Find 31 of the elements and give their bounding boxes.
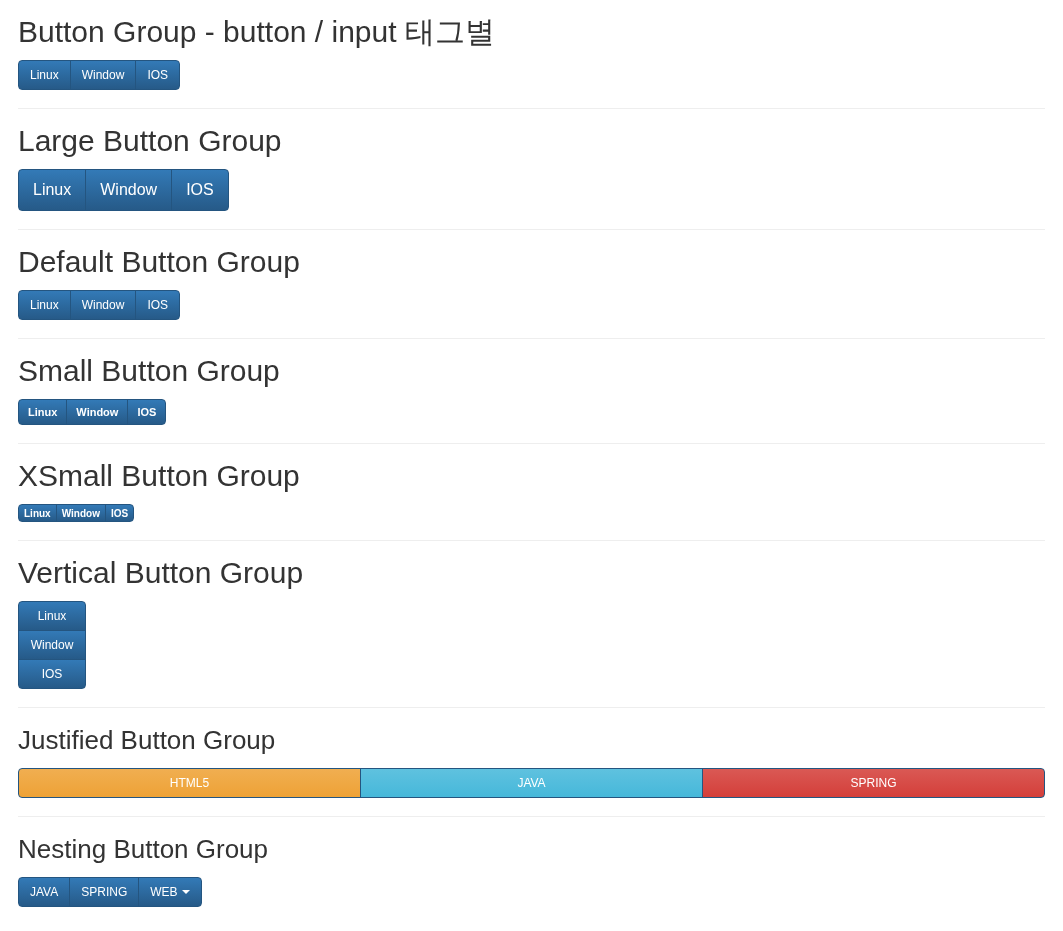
group-button[interactable]: IOS bbox=[127, 399, 167, 425]
section-title: XSmall Button Group bbox=[18, 458, 301, 494]
group-button[interactable]: Linux bbox=[18, 601, 86, 631]
group-button[interactable]: IOS bbox=[18, 659, 86, 689]
group-button[interactable]: IOS bbox=[135, 290, 181, 320]
group-button[interactable]: JAVA bbox=[18, 877, 71, 907]
group-button[interactable]: IOS bbox=[171, 169, 229, 211]
group-button[interactable]: Window bbox=[66, 399, 129, 425]
section-title: Large Button Group bbox=[18, 123, 283, 159]
group-button[interactable]: IOS bbox=[135, 60, 181, 90]
group-button[interactable]: WEB bbox=[138, 877, 202, 907]
group-button[interactable]: Linux bbox=[18, 290, 71, 320]
group-button[interactable]: Window bbox=[55, 504, 106, 522]
group-button[interactable]: Linux bbox=[18, 60, 71, 90]
group-button[interactable]: Linux bbox=[18, 169, 87, 211]
section-title: Justified Button Group bbox=[18, 724, 277, 757]
group-button[interactable]: Window bbox=[69, 60, 137, 90]
group-button[interactable]: SPRING bbox=[69, 877, 140, 907]
group-button[interactable]: Linux bbox=[18, 399, 68, 425]
group-button[interactable]: SPRING bbox=[702, 768, 1045, 798]
section-title: Default Button Group bbox=[18, 244, 301, 280]
group-button[interactable]: Window bbox=[69, 290, 137, 320]
group-button[interactable]: Window bbox=[85, 169, 173, 211]
caret-icon bbox=[181, 890, 190, 894]
group-button[interactable]: IOS bbox=[104, 504, 135, 522]
section-title: Vertical Button Group bbox=[18, 555, 305, 591]
group-button[interactable]: Linux bbox=[18, 504, 57, 522]
section-title: Nesting Button Group bbox=[18, 833, 270, 866]
section-title: Button Group - button / input 태그별 bbox=[18, 14, 496, 50]
group-button[interactable]: Window bbox=[18, 630, 86, 660]
section-title: Small Button Group bbox=[18, 353, 281, 389]
